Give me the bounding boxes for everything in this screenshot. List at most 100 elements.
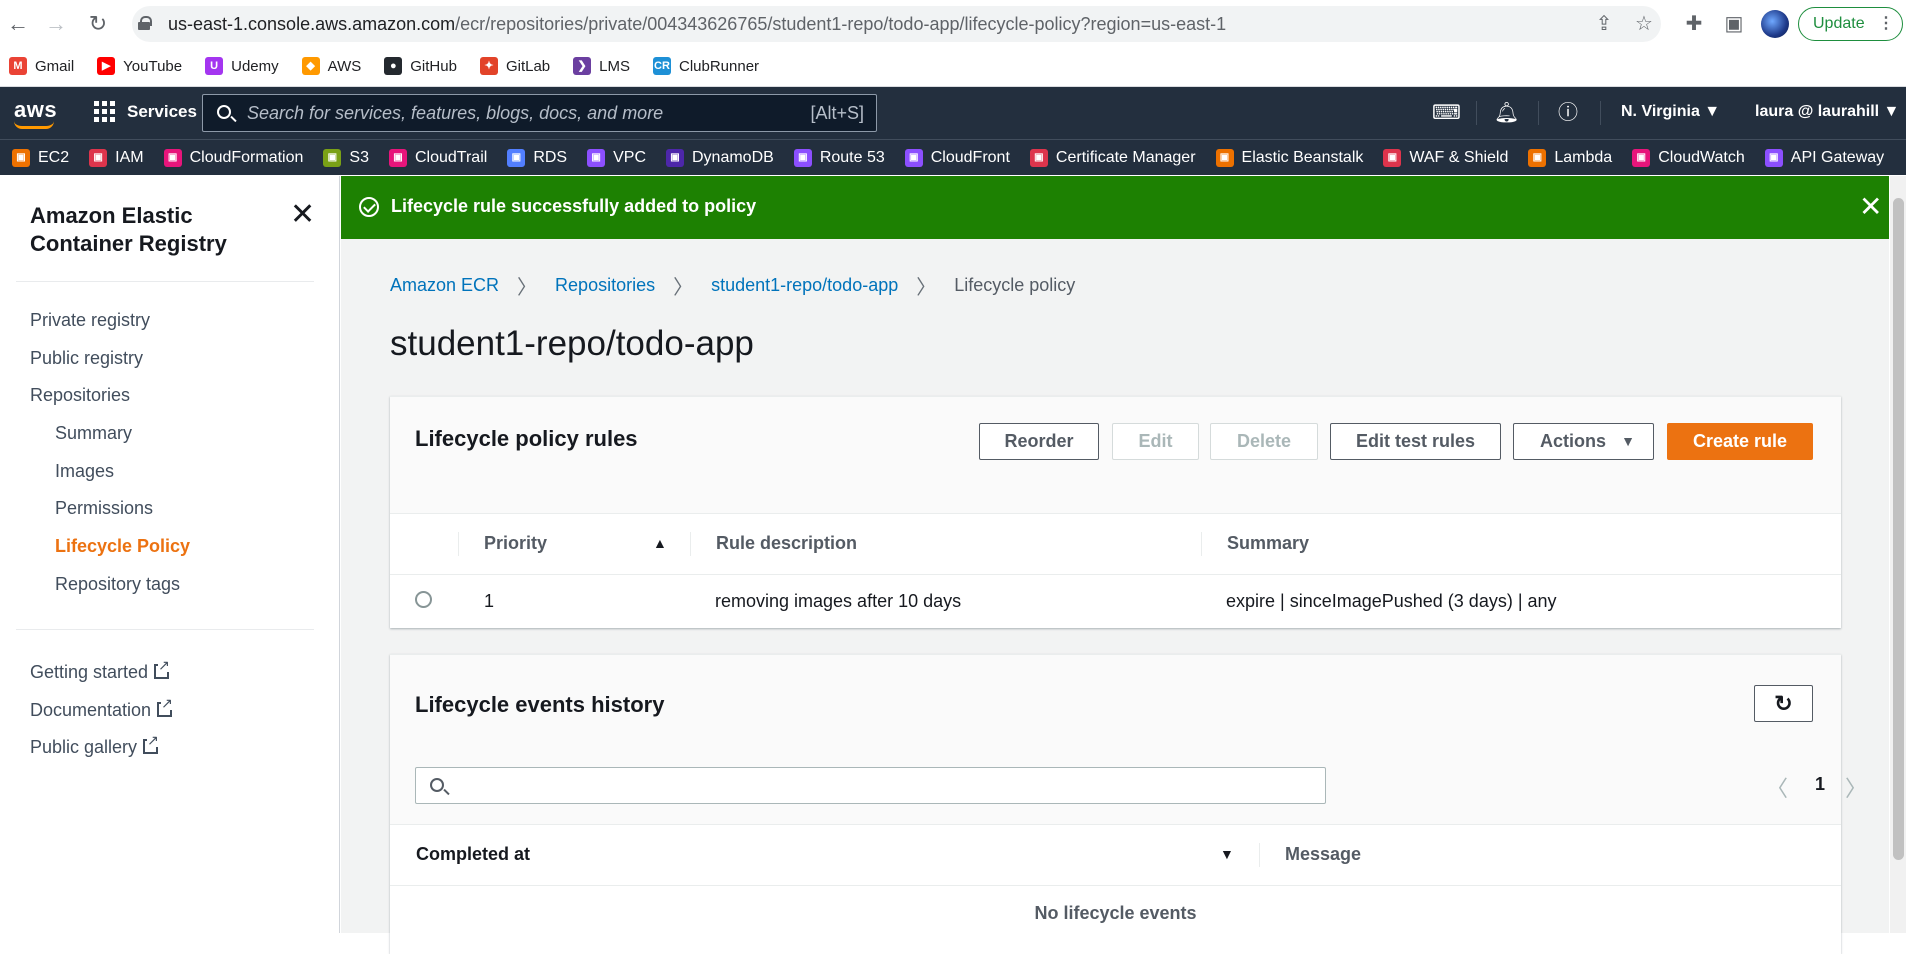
column-priority[interactable]: Priority xyxy=(484,533,547,554)
menu-dots-icon[interactable]: ⋮ xyxy=(1878,8,1894,40)
sidebar-item-lifecycle-policy[interactable]: Lifecycle Policy xyxy=(55,536,190,557)
forward-icon[interactable]: → xyxy=(44,12,68,36)
aws-icon: ◆ xyxy=(301,57,320,75)
bookmark-github[interactable]: ● GitHub xyxy=(384,57,457,75)
chevron-right-icon: 〉 xyxy=(916,277,937,299)
bookmark-star-icon[interactable]: ☆ xyxy=(1632,12,1656,36)
cloudshell-icon[interactable]: ⌨ xyxy=(1432,101,1461,125)
favorite-waf-shield[interactable]: ▣ WAF & Shield xyxy=(1383,148,1508,167)
cloudwatch-icon: ▣ xyxy=(1632,148,1651,167)
column-message[interactable]: Message xyxy=(1285,844,1361,865)
current-page-number[interactable]: 1 xyxy=(1815,774,1825,795)
sidebar-item-private-registry[interactable]: Private registry xyxy=(30,310,150,331)
share-icon[interactable]: ⇪ xyxy=(1592,12,1616,36)
sidebar-link-public-gallery[interactable]: Public gallery xyxy=(30,733,159,758)
events-search-input[interactable] xyxy=(415,767,1326,804)
column-completed-at[interactable]: Completed at xyxy=(416,844,530,865)
scrollbar[interactable] xyxy=(1890,176,1906,933)
delete-button[interactable]: Delete xyxy=(1210,423,1318,460)
breadcrumb-repositories[interactable]: Repositories xyxy=(555,275,655,296)
edit-button[interactable]: Edit xyxy=(1112,423,1199,460)
favorite-cloudfront[interactable]: ▣ CloudFront xyxy=(904,148,1010,167)
favorite-elastic-beanstalk[interactable]: ▣ Elastic Beanstalk xyxy=(1215,148,1364,167)
breadcrumb-repository[interactable]: student1-repo/todo-app xyxy=(711,275,898,296)
favorite-dynamodb[interactable]: ▣ DynamoDB xyxy=(666,148,774,167)
aws-logo[interactable]: aws xyxy=(14,97,57,129)
table-row[interactable]: 1 removing images after 10 days expire |… xyxy=(390,575,1841,629)
previous-page-icon[interactable]: 〈 xyxy=(1766,771,1788,803)
reload-icon[interactable]: ↻ xyxy=(86,12,110,36)
column-summary[interactable]: Summary xyxy=(1227,533,1309,554)
extensions-icon[interactable]: ✚ xyxy=(1682,12,1706,36)
favorite-s3[interactable]: ▣ S3 xyxy=(323,148,369,167)
bookmark-udemy[interactable]: U Udemy xyxy=(205,57,279,75)
favorite-certificate-manager[interactable]: ▣ Certificate Manager xyxy=(1029,148,1196,167)
bookmark-aws[interactable]: ◆ AWS xyxy=(301,57,361,75)
events-table-header: Completed at ▼ Message xyxy=(390,825,1841,886)
rule-summary: expire | sinceImagePushed (3 days) | any xyxy=(1226,591,1557,611)
bookmark-gitlab[interactable]: ✦ GitLab xyxy=(479,57,550,75)
actions-dropdown[interactable]: Actions ▼ xyxy=(1513,423,1654,460)
profile-avatar[interactable] xyxy=(1761,10,1789,38)
update-button[interactable]: Update ⋮ xyxy=(1798,7,1903,41)
favorite-ec2[interactable]: ▣ EC2 xyxy=(12,148,70,167)
favorite-rds[interactable]: ▣ RDS xyxy=(507,148,567,167)
create-rule-button[interactable]: Create rule xyxy=(1667,423,1813,460)
column-rule-description[interactable]: Rule description xyxy=(716,533,857,554)
bookmark-gmail[interactable]: M Gmail xyxy=(9,57,74,75)
browser-chrome: ← → ↻ us-east-1.console.aws.amazon.com/e… xyxy=(0,0,1906,87)
sidebar-link-getting-started[interactable]: Getting started xyxy=(30,658,170,683)
edit-test-rules-button[interactable]: Edit test rules xyxy=(1330,423,1501,460)
dismiss-close-icon[interactable]: ✕ xyxy=(1859,190,1882,223)
sort-ascending-icon[interactable]: ▲ xyxy=(653,535,667,551)
favorite-route53[interactable]: ▣ Route 53 xyxy=(793,148,885,167)
breadcrumb-amazon-ecr[interactable]: Amazon ECR xyxy=(390,275,499,296)
external-link-icon xyxy=(157,696,173,717)
bookmark-lms[interactable]: ❯ LMS xyxy=(573,57,630,75)
lock-icon[interactable] xyxy=(138,16,152,30)
sidebar-item-repository-tags[interactable]: Repository tags xyxy=(55,574,180,595)
sort-descending-icon[interactable]: ▼ xyxy=(1220,846,1234,862)
sidebar-item-public-registry[interactable]: Public registry xyxy=(30,348,143,369)
address-bar[interactable]: us-east-1.console.aws.amazon.com/ecr/rep… xyxy=(132,6,1661,42)
next-page-icon[interactable]: 〉 xyxy=(1845,771,1867,803)
flash-message: Lifecycle rule successfully added to pol… xyxy=(391,196,757,216)
favorite-lambda[interactable]: ▣ Lambda xyxy=(1528,148,1613,167)
favorite-label: Elastic Beanstalk xyxy=(1241,148,1364,166)
sidebar-item-summary[interactable]: Summary xyxy=(55,423,132,444)
sidebar-item-images[interactable]: Images xyxy=(55,461,114,482)
account-label: laura @ laurahill xyxy=(1755,103,1880,120)
side-panel-icon[interactable]: ▣ xyxy=(1722,12,1746,36)
scrollbar-thumb[interactable] xyxy=(1893,198,1904,860)
reorder-button[interactable]: Reorder xyxy=(979,423,1099,460)
bookmark-youtube[interactable]: ▶ YouTube xyxy=(97,57,182,75)
refresh-button[interactable]: ↻ xyxy=(1754,685,1813,722)
waf-shield-icon: ▣ xyxy=(1383,148,1402,167)
favorite-label: EC2 xyxy=(38,148,70,166)
close-icon[interactable]: ✕ xyxy=(290,200,315,230)
row-select-radio[interactable] xyxy=(415,591,432,608)
region-selector[interactable]: N. Virginia ▼ xyxy=(1621,103,1720,121)
bookmark-clubrunner[interactable]: CR ClubRunner xyxy=(653,57,759,75)
rule-description: removing images after 10 days xyxy=(715,591,962,611)
aws-search-input[interactable]: Search for services, features, blogs, do… xyxy=(202,94,877,132)
help-icon[interactable]: ⓘ xyxy=(1556,101,1580,125)
favorite-vpc[interactable]: ▣ VPC xyxy=(587,148,646,167)
favorite-cloudtrail[interactable]: ▣ CloudTrail xyxy=(388,148,487,167)
notifications-bell-icon[interactable]: 🔔︎ xyxy=(1494,101,1519,125)
account-menu[interactable]: laura @ laurahill ▼ xyxy=(1755,103,1899,121)
sidebar-item-repositories[interactable]: Repositories xyxy=(30,385,130,406)
update-label: Update xyxy=(1813,15,1865,32)
favorite-api-gateway[interactable]: ▣ API Gateway xyxy=(1764,148,1884,167)
favorite-cloudformation[interactable]: ▣ CloudFormation xyxy=(163,148,303,167)
back-icon[interactable]: ← xyxy=(6,12,30,36)
sidebar-link-documentation[interactable]: Documentation xyxy=(30,696,173,721)
search-icon xyxy=(430,778,444,792)
caret-down-icon: ▼ xyxy=(1704,103,1721,120)
favorite-iam[interactable]: ▣ IAM xyxy=(89,148,144,167)
services-menu[interactable]: Services xyxy=(94,101,197,122)
favorite-cloudwatch[interactable]: ▣ CloudWatch xyxy=(1632,148,1745,167)
sidebar-item-permissions[interactable]: Permissions xyxy=(55,498,153,519)
favorite-label: Lambda xyxy=(1554,148,1613,166)
caret-down-icon: ▼ xyxy=(1883,103,1900,120)
